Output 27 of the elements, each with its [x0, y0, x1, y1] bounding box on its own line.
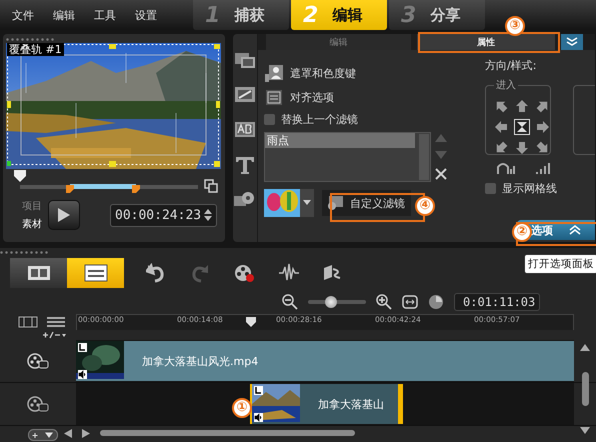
panel-tab[interactable]: 编辑 — [266, 34, 411, 50]
menu-item[interactable]: 文件 — [12, 8, 34, 22]
track-label: 覆叠轨 #1 — [7, 43, 64, 56]
video-clip[interactable]: 加拿大落基山 — [250, 384, 403, 424]
video-clip[interactable]: 加拿大落基山风光.mp4 — [76, 341, 574, 381]
checkbox-label: 显示网格线 — [502, 181, 557, 196]
mask-chroma-button[interactable]: 遮罩和色度键 — [264, 64, 472, 83]
custom-filter-button[interactable]: 自定义滤镜 — [322, 190, 411, 216]
checkbox-label: 替换上一个滤镜 — [281, 112, 358, 127]
step-tab[interactable]: 1 捕获 — [193, 0, 289, 30]
panel-tab[interactable]: 属性 — [417, 34, 555, 50]
clip-title: 加拿大落基山 — [318, 396, 384, 412]
timecode-field[interactable]: 00:00:24:23 — [110, 204, 218, 226]
section-label: 方向/样式: — [485, 58, 538, 73]
align-options-button[interactable]: 对齐选项 — [264, 88, 472, 107]
menu-item[interactable]: 编辑 — [53, 8, 75, 22]
menu-item[interactable]: 工具 — [94, 8, 116, 22]
group-label: 进入 — [494, 78, 518, 92]
tooltip: 打开选项面板 — [524, 254, 596, 274]
menu-item[interactable]: 设置 — [135, 8, 157, 22]
mode-option[interactable]: 项目 — [22, 199, 42, 213]
mode-option[interactable]: 素材 — [22, 217, 42, 231]
step-tab[interactable]: 2 编辑 — [291, 0, 387, 30]
timecode-display: 0:01:11:03 — [454, 293, 540, 311]
filter-item[interactable]: 雨点 — [265, 133, 415, 148]
clip-title: 加拿大落基山风光.mp4 — [142, 354, 258, 368]
step-tab[interactable]: 3 分享 — [389, 0, 485, 30]
